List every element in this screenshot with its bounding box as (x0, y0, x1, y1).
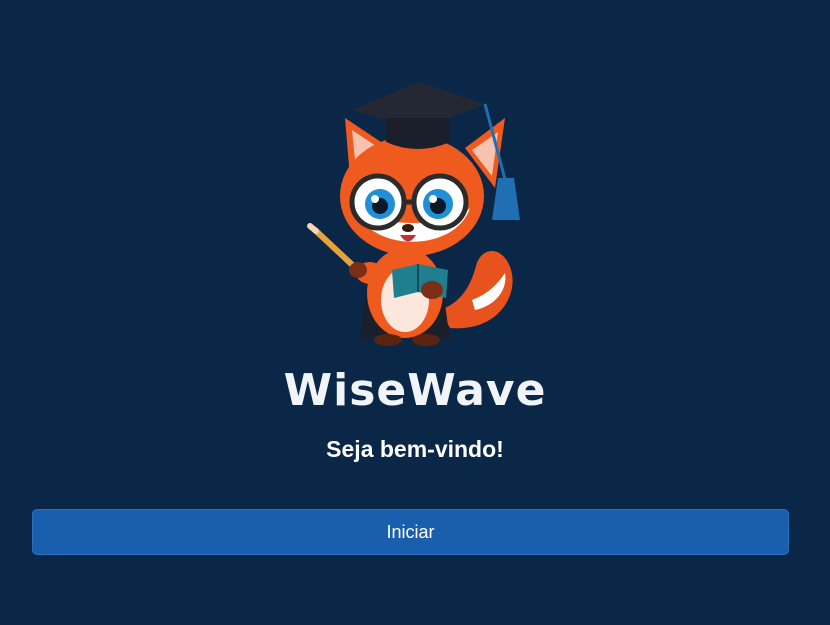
welcome-screen: WiseWave Seja bem-vindo! Iniciar (0, 0, 830, 625)
welcome-message: Seja bem-vindo! (326, 436, 504, 462)
app-title: WiseWave (283, 365, 547, 416)
start-button[interactable]: Iniciar (32, 509, 789, 555)
fox-graduate-mascot-icon (307, 82, 520, 346)
